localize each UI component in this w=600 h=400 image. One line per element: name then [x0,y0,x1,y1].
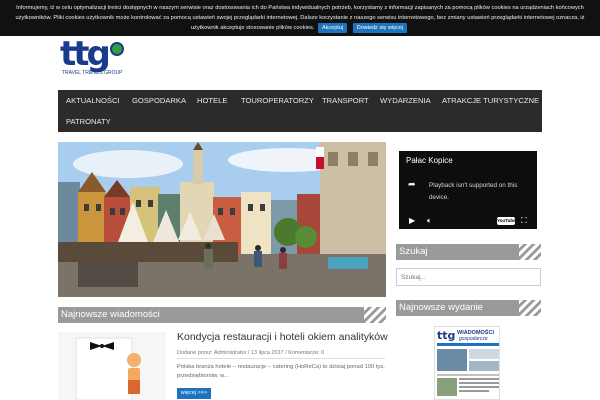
nav-item-gospodarka[interactable]: GOSPODARKA [132,90,186,111]
cookie-text: Informujemy, iż w celu optymalizacji tre… [15,5,585,31]
site-logo[interactable]: ttg TRAVEL TRENDS GROUP [60,36,128,80]
nav-item-patronaty[interactable]: PATRONATY [66,111,111,132]
nav-item-transport[interactable]: TRANSPORT [322,90,369,111]
volume-icon[interactable]: 🔈︎ [427,216,432,226]
video-controls: ▶ 🔈︎ YouTube ⛶ [399,213,537,229]
youtube-logo[interactable]: YouTube [497,217,516,225]
search-input[interactable] [396,268,541,286]
latest-issue-title: Najnowsze wydanie [399,302,483,313]
fullscreen-icon[interactable]: ⛶ [521,216,527,226]
globe-icon [110,42,124,56]
cookie-notice: Informujemy, iż w celu optymalizacji tre… [4,3,596,33]
nav-item-touroperatorzy[interactable]: TOUROPERATORZY [241,90,314,111]
logo-subtitle: TRAVEL TRENDS GROUP [62,70,123,76]
video-player[interactable]: Pałac Kopice ➦ Playback isn't supported … [399,151,537,229]
article-thumbnail[interactable] [58,332,166,400]
nav-item-hotele[interactable]: HOTELE [197,90,227,111]
read-more-button[interactable]: więcej >>> [177,388,211,399]
nav-item-wydarzenia[interactable]: WYDARZENIA [380,90,431,111]
newspaper-brand: ttg [437,329,455,342]
article-title[interactable]: Kondycja restauracji i hoteli okiem anal… [177,331,388,343]
header-stripes [364,307,386,323]
article-meta: Dodane przez: Administrator / 13 lipca 2… [177,350,325,356]
header-stripes [519,244,541,260]
waiter-image [58,332,166,400]
newspaper-image: ttg WIADOMOŚCI gospodarcze [435,327,499,399]
latest-issue-header: Najnowsze wydanie [396,300,541,316]
cookie-more-button[interactable]: Dowiedz się więcej [352,23,408,33]
divider [177,358,385,359]
article-excerpt: Polska branża hotele – restauracje – cat… [177,364,385,379]
play-icon[interactable]: ▶ [409,216,415,225]
newspaper-cover[interactable]: ttg WIADOMOŚCI gospodarcze [434,326,500,400]
nav-item-aktualnosci[interactable]: AKTUALNOŚCI [66,90,120,111]
header-stripes [519,300,541,316]
nav-item-atrakcje[interactable]: ATRAKCJE TURYSTYCZNE [442,90,539,111]
share-icon[interactable]: ➦ [408,179,416,190]
newspaper-subtitle: gospodarcze [459,336,488,342]
latest-news-header: Najnowsze wiadomości [58,307,386,323]
main-navigation: AKTUALNOŚCI GOSPODARKA HOTELE TOUROPERAT… [58,90,542,132]
logo-text: ttg [60,34,111,74]
video-message: Playback isn't supported on this device. [429,182,518,201]
town-square-image [58,142,386,297]
featured-slider[interactable] [58,142,386,297]
latest-news-title: Najnowsze wiadomości [61,309,160,320]
newspaper-title: WIADOMOŚCI [457,329,494,336]
search-title: Szukaj [399,246,428,257]
cookie-bar: Informujemy, iż w celu optymalizacji tre… [0,0,600,36]
video-title[interactable]: Pałac Kopice [406,156,453,165]
cookie-accept-button[interactable]: Akceptuj [318,23,348,33]
search-header: Szukaj [396,244,541,260]
